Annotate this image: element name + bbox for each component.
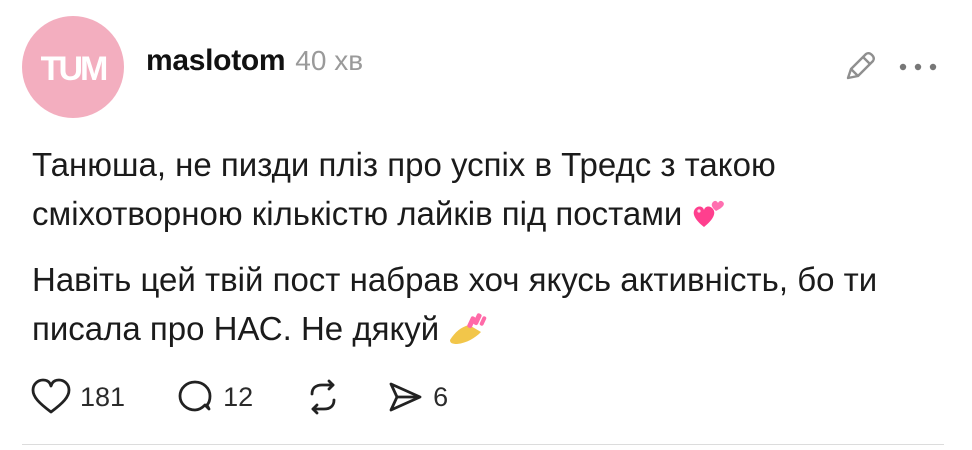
like-count: 181	[80, 381, 126, 412]
nail-polish-icon	[447, 310, 487, 359]
share-icon	[389, 382, 422, 412]
share-count: 6	[433, 381, 449, 412]
sparkling-hearts-icon	[690, 195, 726, 244]
repost-icon	[310, 379, 336, 415]
like-button[interactable]: 181	[30, 377, 125, 417]
post-header: maslotom 40 хв	[146, 44, 363, 88]
reply-button[interactable]: 12	[175, 377, 253, 417]
share-button[interactable]: 6	[385, 377, 448, 417]
heart-icon	[31, 378, 71, 414]
divider	[22, 444, 944, 445]
repost-button[interactable]	[303, 377, 343, 417]
comment-icon	[178, 380, 212, 412]
avatar-logo: TUM	[41, 50, 110, 88]
post-text-1: Танюша, не пизди пліз про успіх в Тредс …	[32, 146, 776, 232]
more-icon[interactable]	[896, 60, 940, 74]
username[interactable]: maslotom	[146, 44, 286, 78]
reply-count: 12	[223, 381, 254, 412]
post-actions: 181 12 6	[30, 374, 448, 420]
avatar[interactable]: TUM	[22, 16, 124, 118]
post-time: 40 хв	[295, 45, 364, 76]
post-text-paragraph-1: Танюша, не пизди пліз про успіх в Тредс …	[32, 140, 952, 244]
post-text-paragraph-2: Навіть цей твій пост набрав хоч якусь ак…	[32, 255, 952, 359]
thread-post: TUM maslotom 40 хв Танюша, не пизди пліз…	[0, 0, 972, 450]
svg-text:TUM: TUM	[41, 50, 107, 88]
edit-icon[interactable]	[842, 50, 878, 84]
